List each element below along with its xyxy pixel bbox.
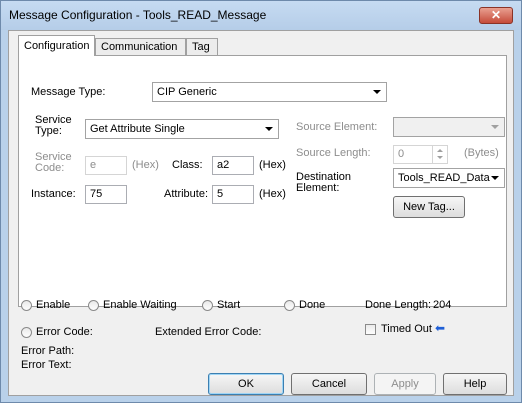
message-type-select[interactable]: CIP Generic: [152, 82, 387, 102]
service-type-value: Get Attribute Single: [90, 123, 185, 135]
title-bar[interactable]: Message Configuration - Tools_READ_Messa…: [1, 1, 521, 30]
tab-configuration[interactable]: Configuration: [18, 35, 95, 56]
destination-element-value: Tools_READ_Data: [398, 172, 490, 184]
message-type-value: CIP Generic: [157, 86, 217, 98]
spinner-arrows-icon[interactable]: [432, 146, 447, 163]
error-path-label: Error Path:: [21, 345, 75, 357]
source-length-spinner[interactable]: 0: [393, 145, 448, 164]
timed-out-label: Timed Out: [381, 323, 432, 335]
apply-button[interactable]: Apply: [374, 373, 436, 395]
class-label: Class:: [172, 159, 203, 171]
tab-tag[interactable]: Tag: [186, 38, 218, 55]
enable-label: Enable: [36, 299, 71, 311]
instance-input[interactable]: 75: [85, 185, 127, 204]
timed-out-checkbox: [365, 324, 376, 335]
close-button[interactable]: ✕: [479, 7, 513, 24]
source-element-label: Source Element:: [296, 121, 378, 133]
close-icon: ✕: [490, 8, 502, 22]
chevron-down-icon: [265, 127, 273, 131]
attribute-input[interactable]: 5: [212, 185, 254, 204]
source-length-unit: (Bytes): [464, 147, 499, 159]
new-tag-button[interactable]: New Tag...: [393, 196, 465, 218]
service-type-select[interactable]: Get Attribute Single: [85, 119, 279, 139]
class-unit: (Hex): [259, 159, 286, 171]
chevron-down-icon: [373, 90, 381, 94]
source-length-label: Source Length:: [296, 147, 371, 159]
error-text-label: Error Text:: [21, 359, 72, 371]
message-configuration-dialog: Message Configuration - Tools_READ_Messa…: [0, 0, 522, 403]
configuration-panel: Message Type: CIP Generic Service Type: …: [18, 55, 507, 307]
window-title: Message Configuration - Tools_READ_Messa…: [9, 8, 267, 22]
done-label: Done: [299, 299, 326, 311]
service-code-label: Service Code:: [35, 151, 72, 174]
done-radio: [284, 300, 295, 311]
tab-communication[interactable]: Communication: [95, 38, 186, 55]
class-input[interactable]: a2: [212, 156, 254, 175]
done-length-value: 204: [433, 299, 452, 311]
source-length-value: 0: [398, 148, 405, 160]
start-label: Start: [217, 299, 241, 311]
ok-button[interactable]: OK: [208, 373, 284, 395]
message-type-label: Message Type:: [31, 86, 106, 98]
help-button[interactable]: Help: [443, 373, 507, 395]
enable-waiting-radio: [88, 300, 99, 311]
attribute-unit: (Hex): [259, 188, 286, 200]
service-code-unit: (Hex): [132, 159, 159, 171]
attribute-label: Attribute:: [164, 188, 209, 200]
service-code-input[interactable]: e: [85, 156, 127, 175]
arrow-left-icon: ⬅: [435, 321, 446, 335]
enable-waiting-label: Enable Waiting: [103, 299, 177, 311]
done-length-label: Done Length:: [365, 299, 432, 311]
start-radio: [202, 300, 213, 311]
chevron-down-icon: [491, 176, 499, 180]
destination-element-label: Destination Element:: [296, 171, 352, 194]
error-code-radio: [21, 327, 32, 338]
error-code-label: Error Code:: [36, 326, 93, 338]
source-element-select[interactable]: [393, 117, 505, 137]
dialog-client-area: Configuration Communication Tag Message …: [8, 30, 514, 396]
service-type-label: Service Type:: [35, 114, 72, 137]
extended-error-code-label: Extended Error Code:: [155, 326, 262, 338]
enable-radio: [21, 300, 32, 311]
chevron-down-icon: [491, 125, 499, 129]
destination-element-select[interactable]: Tools_READ_Data: [393, 168, 505, 188]
cancel-button[interactable]: Cancel: [291, 373, 367, 395]
instance-label: Instance:: [31, 188, 76, 200]
